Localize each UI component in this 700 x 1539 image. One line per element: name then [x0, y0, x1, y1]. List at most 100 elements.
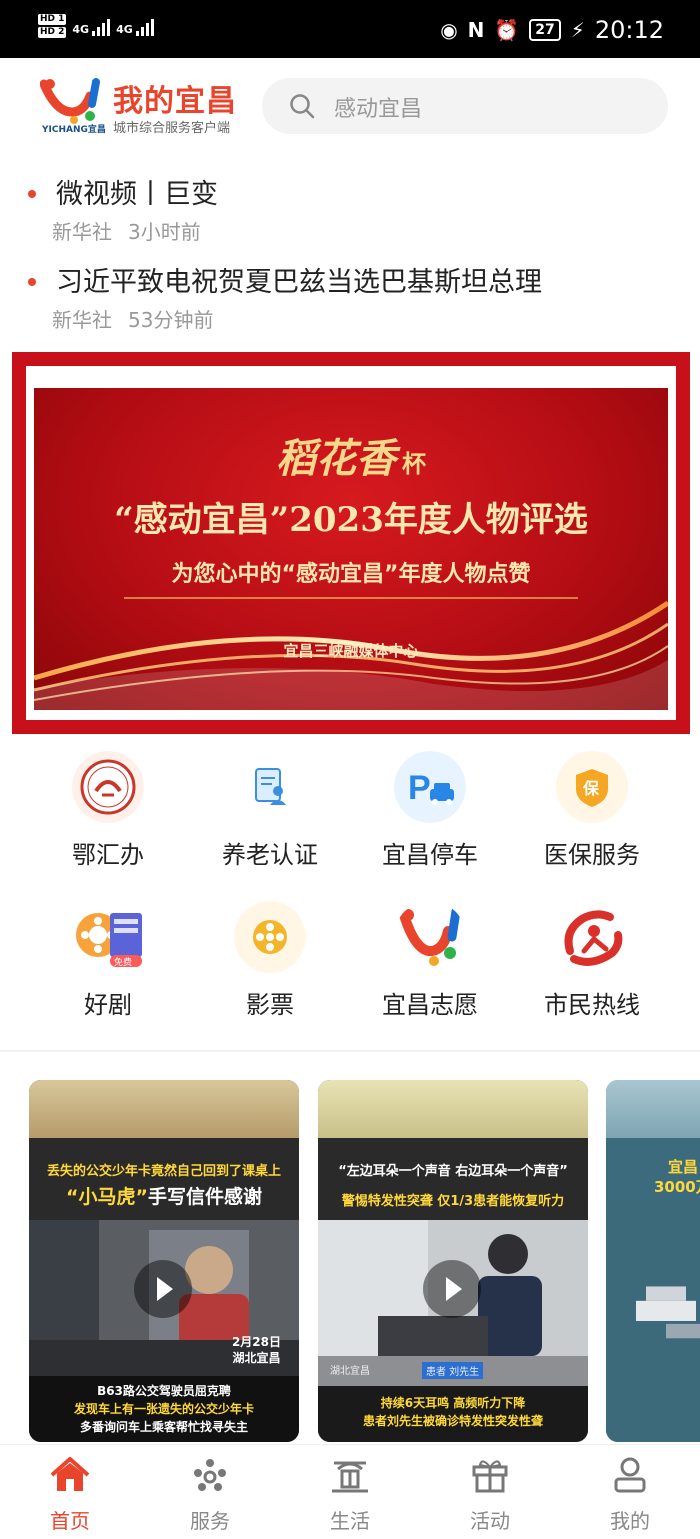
movie-ticket-reel-icon	[234, 901, 306, 973]
tab-services[interactable]: 服务	[140, 1445, 280, 1539]
service-label: 宜昌志愿	[382, 991, 478, 1019]
service-drama[interactable]: 免费 好剧	[28, 901, 188, 1021]
nfc-icon: N	[467, 18, 485, 42]
video-caption-top: 宜昌	[668, 1158, 699, 1176]
news-item[interactable]: 微视频丨巨变 新华社 3小时前	[28, 172, 688, 245]
video-line-1: B63路公交驾驶员屈克聘	[97, 1384, 231, 1398]
video-top-band	[606, 1080, 700, 1138]
video-speaker-tag: 患者 刘先生	[422, 1362, 484, 1379]
video-caption-top: “左边耳朵一个声音 右边耳朵一个声音”	[338, 1164, 568, 1179]
service-grid: 鄂汇办 养老认证 P 宜昌停车 保 医保服务 免费 好剧 影票 宜昌志愿 市民热…	[0, 745, 700, 1045]
service-label: 宜昌停车	[382, 841, 478, 869]
service-label: 好剧	[84, 991, 132, 1019]
video-caption-main: 3000万	[654, 1178, 700, 1196]
ehuiban-seal-icon	[72, 751, 144, 823]
clock: 20:12	[594, 16, 664, 44]
service-medical-insurance[interactable]: 保 医保服务	[512, 751, 672, 871]
medical-insurance-shield-icon: 保	[556, 751, 628, 823]
eye-icon: ◉	[440, 18, 458, 42]
tab-activities[interactable]: 活动	[420, 1445, 560, 1539]
video-caption-bottom: B63路公交驾驶员屈克聘 发现车上有一张遗失的公交少年卡 多番询问车上乘客帮忙找…	[29, 1376, 299, 1442]
banner-brand-name: 稻花香	[276, 435, 396, 482]
video-thumbnail	[606, 1200, 700, 1442]
video-caption-highlight: “小马虎”	[66, 1186, 148, 1208]
bullet-icon	[28, 190, 36, 198]
sim2-label: HD 2	[38, 27, 67, 38]
banner-organization: 宜昌三峡融媒体中心	[283, 642, 419, 660]
parking-icon: P	[394, 751, 466, 823]
tab-home[interactable]: 首页	[0, 1445, 140, 1539]
tab-label: 生活	[330, 1509, 370, 1533]
profile-icon	[614, 1457, 646, 1493]
hotline-icon	[564, 910, 623, 966]
bottom-tab-bar: 首页 服务 生活 活动 我的	[0, 1444, 700, 1539]
tab-label: 服务	[190, 1509, 230, 1533]
banner-brand-suffix: 杯	[402, 449, 426, 478]
video-card[interactable]: 丢失的公交少年卡竟然自己回到了课桌上 “小马虎”手写信件感谢 2月28日 湖北宜昌…	[29, 1080, 299, 1442]
svg-text:P: P	[408, 769, 431, 807]
free-badge: 免费	[114, 956, 132, 968]
video-caption-top: 丢失的公交少年卡竟然自己回到了课桌上	[46, 1164, 281, 1179]
tab-profile[interactable]: 我的	[560, 1445, 700, 1539]
service-hotline[interactable]: 市民热线	[512, 901, 672, 1021]
play-button[interactable]	[134, 1260, 192, 1318]
promo-banner-inner: 稻花香杯 “感动宜昌”2023年度人物评选 为您心中的“感动宜昌”年度人物点赞 …	[26, 366, 676, 720]
volunteer-logo-icon	[399, 906, 461, 966]
service-label: 养老认证	[222, 841, 318, 869]
logo-english-text: YICHANG宜昌	[42, 125, 106, 135]
promo-banner[interactable]: 稻花香杯 “感动宜昌”2023年度人物评选 为您心中的“感动宜昌”年度人物点赞 …	[34, 388, 668, 710]
signal-1: 4G	[72, 18, 111, 36]
video-carousel[interactable]: 丢失的公交少年卡竟然自己回到了课桌上 “小马虎”手写信件感谢 2月28日 湖北宜昌…	[0, 1080, 700, 1442]
charging-icon: ⚡	[570, 18, 585, 42]
service-label: 市民热线	[544, 991, 640, 1019]
banner-title: “感动宜昌”2023年度人物评选	[114, 500, 588, 540]
service-parking[interactable]: P 宜昌停车	[350, 751, 510, 871]
tab-label: 我的	[610, 1509, 650, 1533]
video-top-band	[318, 1080, 588, 1138]
app-title: 我的宜昌	[113, 84, 237, 119]
net1-label: 4G	[72, 23, 90, 36]
net2-label: 4G	[116, 23, 133, 36]
news-time: 53分钟前	[128, 308, 214, 332]
status-bar: HD 1 HD 2 4G 4G ◉ N ⏰ 27 ⚡ 20:12	[0, 0, 700, 58]
service-label: 影票	[246, 991, 294, 1019]
news-source: 新华社	[52, 220, 112, 244]
search-icon	[290, 94, 315, 119]
video-card[interactable]: “左边耳朵一个声音 右边耳朵一个声音” 警惕特发性突聋 仅1/3患者能恢复听力 …	[318, 1080, 588, 1442]
play-button[interactable]	[423, 1260, 481, 1318]
video-line-2: 发现车上有一张遗失的公交少年卡	[73, 1402, 254, 1416]
tab-life[interactable]: 生活	[280, 1445, 420, 1539]
app-logo-icon[interactable]	[40, 78, 104, 126]
sim1-label: HD 1	[38, 14, 67, 25]
video-card[interactable]: 宜昌 3000万	[606, 1080, 700, 1442]
news-title: 习近平致电祝贺夏巴兹当选巴基斯坦总理	[56, 267, 542, 298]
search-bar[interactable]: 感动宜昌	[262, 78, 668, 134]
news-source: 新华社	[52, 308, 112, 332]
app-subtitle: 城市综合服务客户端	[113, 121, 231, 136]
search-placeholder: 感动宜昌	[334, 97, 423, 122]
section-divider	[0, 1050, 700, 1052]
status-left: HD 1 HD 2 4G 4G	[38, 14, 154, 40]
video-date-day: 2月28日	[231, 1335, 281, 1349]
service-pension-auth[interactable]: 养老认证	[190, 751, 350, 871]
service-people-icon	[194, 1459, 226, 1491]
service-label: 鄂汇办	[72, 841, 144, 869]
service-volunteer[interactable]: 宜昌志愿	[350, 901, 510, 1021]
service-ehuiban[interactable]: 鄂汇办	[28, 751, 188, 871]
service-movie-ticket[interactable]: 影票	[190, 901, 350, 1021]
banner-brand: 稻花香杯	[34, 426, 668, 484]
svg-text:保: 保	[582, 779, 600, 798]
news-meta: 新华社 3小时前	[52, 216, 201, 245]
bullet-icon	[28, 278, 36, 286]
news-meta: 新华社 53分钟前	[52, 304, 213, 333]
service-label: 医保服务	[544, 841, 640, 869]
video-line-1: 持续6天耳鸣 高频听力下降	[380, 1396, 526, 1410]
tab-label: 活动	[470, 1509, 510, 1533]
home-icon	[50, 1457, 90, 1491]
alarm-icon: ⏰	[494, 18, 520, 42]
battery-icon: 27	[529, 19, 561, 41]
news-item[interactable]: 习近平致电祝贺夏巴兹当选巴基斯坦总理 新华社 53分钟前	[28, 260, 688, 333]
document-person-icon	[234, 751, 306, 823]
video-top-band	[29, 1080, 299, 1138]
signal-bars-icon	[135, 18, 154, 36]
